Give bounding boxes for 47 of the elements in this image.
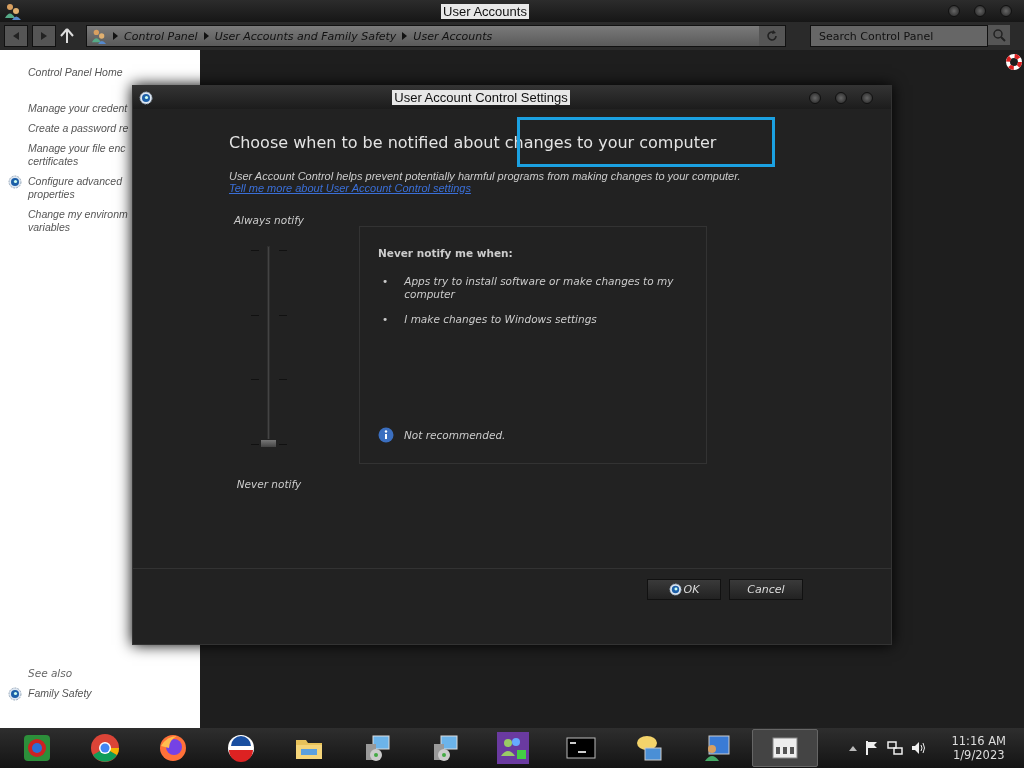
minimize-button[interactable]: [809, 91, 821, 104]
sidebar-link[interactable]: Family Safety: [28, 687, 92, 700]
users-icon: [4, 2, 22, 20]
close-button[interactable]: [1000, 5, 1012, 17]
bullet: •: [382, 313, 389, 326]
close-button[interactable]: [861, 91, 873, 104]
slider-top-label: Always notify: [233, 214, 305, 226]
network-icon[interactable]: [887, 740, 904, 756]
notify-slider[interactable]: [249, 246, 289, 448]
slider-bottom-label: Never notify: [236, 478, 302, 490]
sunrise-icon[interactable]: [225, 732, 257, 764]
window-title: User Accounts: [441, 3, 529, 19]
note-text: Not recommended.: [404, 429, 506, 441]
users-icon: [91, 28, 107, 44]
see-also-label: See also: [28, 667, 73, 679]
sidebar-link[interactable]: Control Panel Home: [28, 66, 123, 79]
firefox-icon[interactable]: [157, 732, 189, 764]
ok-button[interactable]: OK: [647, 579, 721, 600]
sidebar-link[interactable]: Change my environm variables: [28, 208, 128, 234]
search-field[interactable]: Search Control Panel: [810, 25, 988, 47]
maximize-button[interactable]: [835, 91, 847, 104]
bullet: •: [382, 275, 389, 289]
maximize-button[interactable]: [974, 5, 986, 17]
sidebar-link[interactable]: Create a password re: [28, 122, 129, 135]
sidebar-link[interactable]: Manage your credent: [28, 102, 128, 115]
info-title: Never notify me when:: [378, 247, 514, 259]
gear-icon: [139, 90, 153, 105]
up-icon[interactable]: [60, 28, 74, 44]
minimize-button[interactable]: [948, 5, 960, 17]
flag-icon[interactable]: [865, 740, 880, 756]
info-icon: [378, 427, 394, 443]
lifebuoy-icon[interactable]: [1006, 54, 1022, 70]
clock-date[interactable]: 1/9/2023: [952, 748, 1005, 762]
info-bullet: Apps try to install software or make changes to my computer: [404, 275, 675, 301]
info-bullet: I make changes to Windows settings: [404, 313, 597, 326]
volume-icon[interactable]: [911, 740, 928, 756]
sidebar-link[interactable]: Manage your file enc certificates: [28, 142, 126, 168]
clock-time[interactable]: 11:16 AM: [951, 734, 1006, 748]
description-text: User Account Control helps prevent potentially harmful programs from making changes to your computer.: [229, 170, 741, 182]
sidebar-link[interactable]: Configure advanced properties: [28, 175, 122, 201]
caret-icon[interactable]: [849, 745, 858, 751]
back-button[interactable]: [4, 25, 28, 47]
cancel-button[interactable]: Cancel: [729, 579, 803, 600]
people-icon[interactable]: [497, 732, 529, 764]
slider-thumb[interactable]: [260, 439, 277, 448]
chrome-icon[interactable]: [89, 732, 121, 764]
dialog-title: User Account Control Settings: [392, 90, 570, 105]
